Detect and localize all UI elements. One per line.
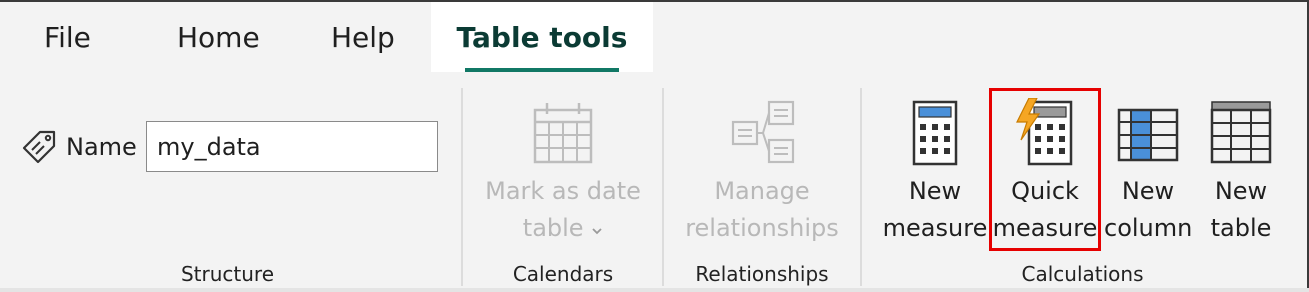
manage-relationships-line1: Manage bbox=[714, 177, 810, 205]
new-column-icon bbox=[1117, 108, 1179, 162]
tab-table-tools-label: Table tools bbox=[456, 20, 628, 54]
group-separator bbox=[860, 88, 862, 286]
tab-table-tools[interactable]: Table tools bbox=[431, 2, 653, 72]
manage-relationships-line2: relationships bbox=[685, 214, 839, 242]
group-label-calculations: Calculations bbox=[1021, 262, 1144, 286]
tab-file-label: File bbox=[44, 20, 91, 54]
table-name-input[interactable] bbox=[146, 121, 438, 172]
new-measure-line1: New bbox=[908, 177, 962, 205]
relationships-icon bbox=[731, 100, 795, 164]
new-table-line1: New bbox=[1214, 177, 1268, 205]
manage-relationships-button[interactable]: Manage relationships bbox=[678, 98, 846, 247]
group-label-calendars: Calendars bbox=[512, 262, 614, 286]
group-label-relationships: Relationships bbox=[695, 262, 829, 286]
tag-icon bbox=[22, 130, 56, 164]
tab-help[interactable]: Help bbox=[331, 2, 395, 72]
ribbon-bottom-border bbox=[0, 288, 1309, 292]
new-column-line2: column bbox=[1104, 214, 1193, 242]
mark-as-date-line1: Mark as date bbox=[485, 177, 641, 205]
group-separator bbox=[662, 88, 664, 286]
mark-as-date-table-button[interactable]: Mark as date table bbox=[478, 98, 648, 247]
new-measure-button[interactable]: New measure bbox=[880, 98, 990, 247]
calculator-icon bbox=[912, 100, 958, 166]
calendar-icon bbox=[533, 103, 593, 164]
tab-home[interactable]: Home bbox=[177, 2, 260, 72]
group-label-structure: Structure bbox=[180, 262, 275, 286]
tab-file[interactable]: File bbox=[44, 2, 91, 72]
tab-home-label: Home bbox=[177, 20, 260, 54]
name-label: Name bbox=[66, 133, 137, 161]
mark-as-date-line2: table bbox=[478, 210, 648, 247]
new-table-line2: table bbox=[1210, 214, 1272, 242]
new-column-line1: New bbox=[1121, 177, 1175, 205]
new-measure-line2: measure bbox=[882, 214, 988, 242]
chevron-down-icon[interactable] bbox=[591, 226, 603, 236]
mark-as-date-line2-text: table bbox=[522, 214, 584, 242]
quick-measure-highlight-box bbox=[989, 88, 1101, 251]
tab-help-label: Help bbox=[331, 20, 395, 54]
group-separator bbox=[461, 88, 463, 286]
new-column-button[interactable]: New column bbox=[1104, 98, 1192, 247]
new-table-button[interactable]: New table bbox=[1200, 98, 1282, 247]
new-table-icon bbox=[1210, 101, 1272, 164]
active-tab-underline bbox=[465, 68, 619, 72]
